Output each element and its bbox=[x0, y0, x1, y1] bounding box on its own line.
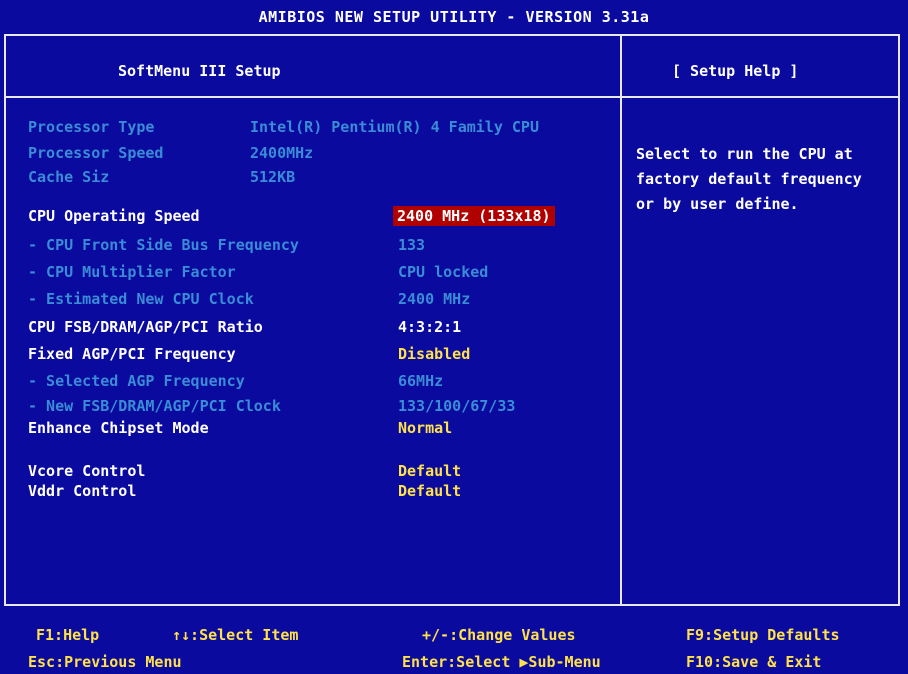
fixed-agp-pci-frequency-value[interactable]: Disabled bbox=[398, 345, 470, 363]
esc-previous-menu-hint: Esc:Previous Menu bbox=[28, 653, 182, 671]
f1-help-hint: F1:Help bbox=[36, 626, 100, 644]
enhance-chipset-mode-value[interactable]: Normal bbox=[398, 419, 452, 437]
save-exit-hint: F10:Save & Exit bbox=[686, 653, 822, 671]
cache-size-label: Cache Siz bbox=[28, 168, 110, 186]
enhance-chipset-mode-label[interactable]: Enhance Chipset Mode bbox=[28, 419, 209, 437]
cpu-fsb-frequency-value: 133 bbox=[398, 236, 426, 254]
vddr-control-value[interactable]: Default bbox=[398, 482, 461, 500]
new-fsb-clock-value: 133/100/67/33 bbox=[398, 397, 516, 415]
enter-submenu-hint: Enter:Select ▶Sub-Menu bbox=[402, 653, 601, 671]
processor-type-value: Intel(R) Pentium(R) 4 Family CPU bbox=[250, 118, 539, 136]
vcore-control-value[interactable]: Default bbox=[398, 462, 461, 480]
right-panel-title: [ Setup Help ] bbox=[672, 62, 799, 80]
vddr-control-label[interactable]: Vddr Control bbox=[28, 482, 136, 500]
footer: F1:Help ↑↓:Select Item +/-:Change Values… bbox=[0, 606, 908, 674]
change-values-hint: +/-:Change Values bbox=[422, 626, 576, 644]
help-text: Select to run the CPU at factory default… bbox=[636, 145, 862, 213]
cpu-operating-speed-label[interactable]: CPU Operating Speed bbox=[28, 207, 200, 225]
selected-agp-frequency-label: - Selected AGP Frequency bbox=[28, 372, 245, 390]
processor-speed-label: Processor Speed bbox=[28, 144, 164, 162]
processor-speed-value: 2400MHz bbox=[250, 144, 314, 162]
cpu-fsb-frequency-label: - CPU Front Side Bus Frequency bbox=[28, 236, 299, 254]
cpu-multiplier-value: CPU locked bbox=[398, 263, 489, 281]
fsb-dram-agp-pci-ratio-value[interactable]: 4:3:2:1 bbox=[398, 318, 461, 336]
estimated-cpu-clock-value: 2400 MHz bbox=[398, 290, 471, 308]
selected-agp-frequency-value: 66MHz bbox=[398, 372, 444, 390]
fixed-agp-pci-frequency-label[interactable]: Fixed AGP/PCI Frequency bbox=[28, 345, 236, 363]
vcore-control-label[interactable]: Vcore Control bbox=[28, 462, 145, 480]
new-fsb-clock-label: - New FSB/DRAM/AGP/PCI Clock bbox=[28, 397, 281, 415]
header-divider bbox=[4, 96, 900, 98]
left-panel-title: SoftMenu III Setup bbox=[118, 62, 281, 80]
fsb-dram-agp-pci-ratio-label[interactable]: CPU FSB/DRAM/AGP/PCI Ratio bbox=[28, 318, 263, 336]
select-item-hint: ↑↓:Select Item bbox=[172, 626, 299, 644]
estimated-cpu-clock-label: - Estimated New CPU Clock bbox=[28, 290, 254, 308]
cpu-multiplier-label: - CPU Multiplier Factor bbox=[28, 263, 236, 281]
window-title: AMIBIOS NEW SETUP UTILITY - VERSION 3.31… bbox=[0, 0, 908, 34]
processor-type-label: Processor Type bbox=[28, 118, 155, 136]
cpu-operating-speed-value[interactable]: 2400 MHz (133x18) bbox=[393, 206, 555, 226]
panel-divider bbox=[620, 34, 622, 606]
cache-size-value: 512KB bbox=[250, 168, 296, 186]
setup-defaults-hint: F9:Setup Defaults bbox=[686, 626, 840, 644]
